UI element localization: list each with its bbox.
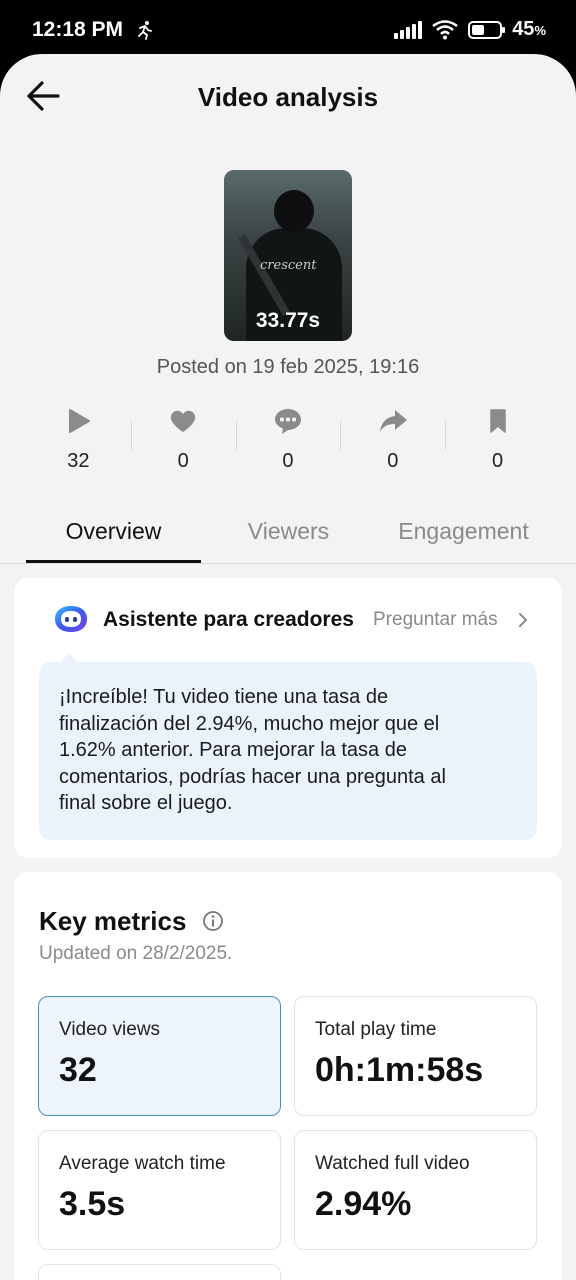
assistant-message-line: finalización del 2.94%, mucho mejor que …	[59, 712, 440, 735]
battery-level	[472, 24, 484, 35]
assistant-logo-icon	[55, 606, 87, 632]
stat-likes: 0	[130, 404, 236, 484]
stat-comments: 0	[235, 404, 341, 484]
status-bar: 12:18 PM 45%	[0, 0, 576, 60]
creator-assistant-card: Asistente para creadores Preguntar más ¡…	[14, 578, 562, 858]
assistant-message-line: final sobre el juego.	[59, 792, 233, 814]
video-thumbnail[interactable]: crescent 33.77s	[224, 170, 352, 341]
tab-engagement[interactable]: Engagement	[376, 518, 551, 545]
thumbnail-shirt-text: crescent	[260, 258, 317, 273]
play-icon	[69, 409, 91, 433]
stat-value: 0	[387, 450, 399, 472]
stat-saves: 0	[445, 404, 550, 484]
page-title: Video analysis	[197, 82, 379, 112]
tab-overview[interactable]: Overview	[26, 518, 201, 545]
tab-bar: Overview Viewers Engagement	[0, 506, 576, 564]
assistant-message-line: comentarios, podrías hacer una pregunta …	[59, 765, 446, 788]
assistant-message: ¡Increíble! Tu video tiene una tasa de f…	[39, 662, 537, 840]
metric-label: Average watch time	[59, 1153, 226, 1174]
key-metrics-card: Key metrics Updated on 28/2/2025. Video …	[14, 872, 562, 1280]
stat-plays: 32	[26, 404, 131, 484]
screen: Video analysis crescent 33.77s Posted on…	[0, 54, 576, 1280]
metric-card-partial[interactable]	[38, 1264, 281, 1280]
assistant-title: Asistente para creadores	[103, 608, 354, 631]
metric-total-play-time[interactable]: Total play time 0h:1m:58s	[294, 996, 537, 1116]
battery-icon	[468, 20, 506, 39]
metric-value: 2.94%	[315, 1185, 412, 1223]
header: Video analysis	[0, 54, 576, 140]
ask-more-link[interactable]: Preguntar más	[373, 609, 498, 631]
assistant-message-line: 1.62% anterior. Para mejorar la tasa de	[59, 739, 407, 761]
thumbnail-figure-head	[274, 190, 314, 232]
signal-icon	[394, 20, 423, 39]
metric-value: 32	[59, 1051, 97, 1089]
tab-viewers[interactable]: Viewers	[201, 518, 376, 545]
metric-value: 0h:1m:58s	[315, 1051, 484, 1089]
stat-value: 0	[177, 450, 189, 472]
metric-video-views[interactable]: Video views 32	[38, 996, 281, 1116]
stats-row: 32 0 0 0 0	[26, 404, 550, 484]
metrics-updated-date: Updated on 28/2/2025.	[39, 943, 233, 964]
tab-active-indicator	[26, 560, 201, 563]
info-icon[interactable]	[202, 910, 224, 932]
chevron-right-icon[interactable]	[516, 610, 530, 630]
battery-percent: 45%	[512, 18, 546, 40]
share-icon	[379, 410, 407, 432]
status-time: 12:18 PM	[32, 18, 124, 41]
comment-icon	[274, 409, 301, 434]
metric-watched-full-video[interactable]: Watched full video 2.94%	[294, 1130, 537, 1250]
stat-value: 0	[282, 450, 294, 472]
bookmark-icon	[489, 409, 506, 433]
stat-value: 32	[67, 450, 90, 472]
wifi-icon	[432, 19, 458, 39]
metric-label: Watched full video	[315, 1153, 470, 1174]
metric-average-watch-time[interactable]: Average watch time 3.5s	[38, 1130, 281, 1250]
assistant-message-line: ¡Increíble! Tu video tiene una tasa de	[59, 686, 389, 708]
video-duration: 33.77s	[255, 309, 321, 332]
stat-value: 0	[492, 450, 504, 472]
running-icon	[138, 21, 152, 40]
metric-label: Total play time	[315, 1019, 437, 1040]
metric-label: Video views	[59, 1019, 161, 1040]
posted-date: Posted on 19 feb 2025, 19:16	[156, 356, 420, 378]
heart-icon	[171, 410, 196, 432]
stat-shares: 0	[340, 404, 445, 484]
metric-value: 3.5s	[59, 1185, 126, 1223]
key-metrics-title: Key metrics	[39, 906, 187, 936]
